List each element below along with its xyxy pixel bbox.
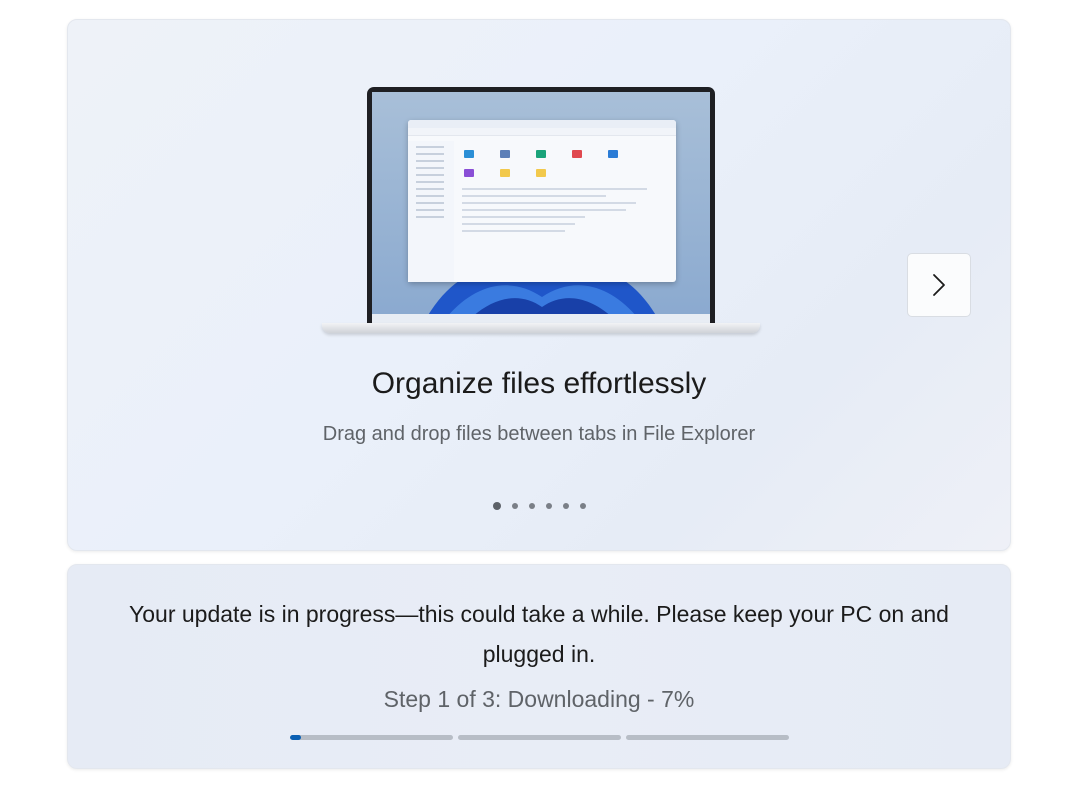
laptop-illustration <box>322 87 760 335</box>
slide-dot[interactable] <box>562 503 569 509</box>
slide-headline: Organize files effortlessly <box>371 367 707 400</box>
update-status-panel: Your update is in progress—this could ta… <box>67 564 1011 769</box>
slide-dot[interactable] <box>528 503 535 509</box>
progress-step-3 <box>626 735 789 740</box>
update-progress-bar <box>290 735 790 740</box>
slide-dot[interactable] <box>545 503 552 509</box>
laptop-base <box>322 323 760 333</box>
progress-step-2 <box>458 735 621 740</box>
taskbar-graphic <box>372 314 710 323</box>
slide-indicator <box>68 502 1010 510</box>
desktop-wallpaper <box>372 92 710 323</box>
progress-step-1 <box>290 735 453 740</box>
progress-fill <box>290 735 302 740</box>
update-step-status: Step 1 of 3: Downloading - 7% <box>383 686 695 712</box>
slide-dot[interactable] <box>492 502 501 510</box>
slide-dot[interactable] <box>579 503 586 509</box>
laptop-screen <box>367 87 715 327</box>
slide-dot[interactable] <box>511 503 518 509</box>
slide-description: Drag and drop files between tabs in File… <box>322 423 756 445</box>
feature-carousel: Organize files effortlessly Drag and dro… <box>67 19 1011 551</box>
chevron-right-icon <box>933 274 945 296</box>
next-slide-button[interactable] <box>907 253 971 317</box>
file-explorer-window-graphic <box>408 120 676 282</box>
update-message: Your update is in progress—this could ta… <box>129 601 949 667</box>
